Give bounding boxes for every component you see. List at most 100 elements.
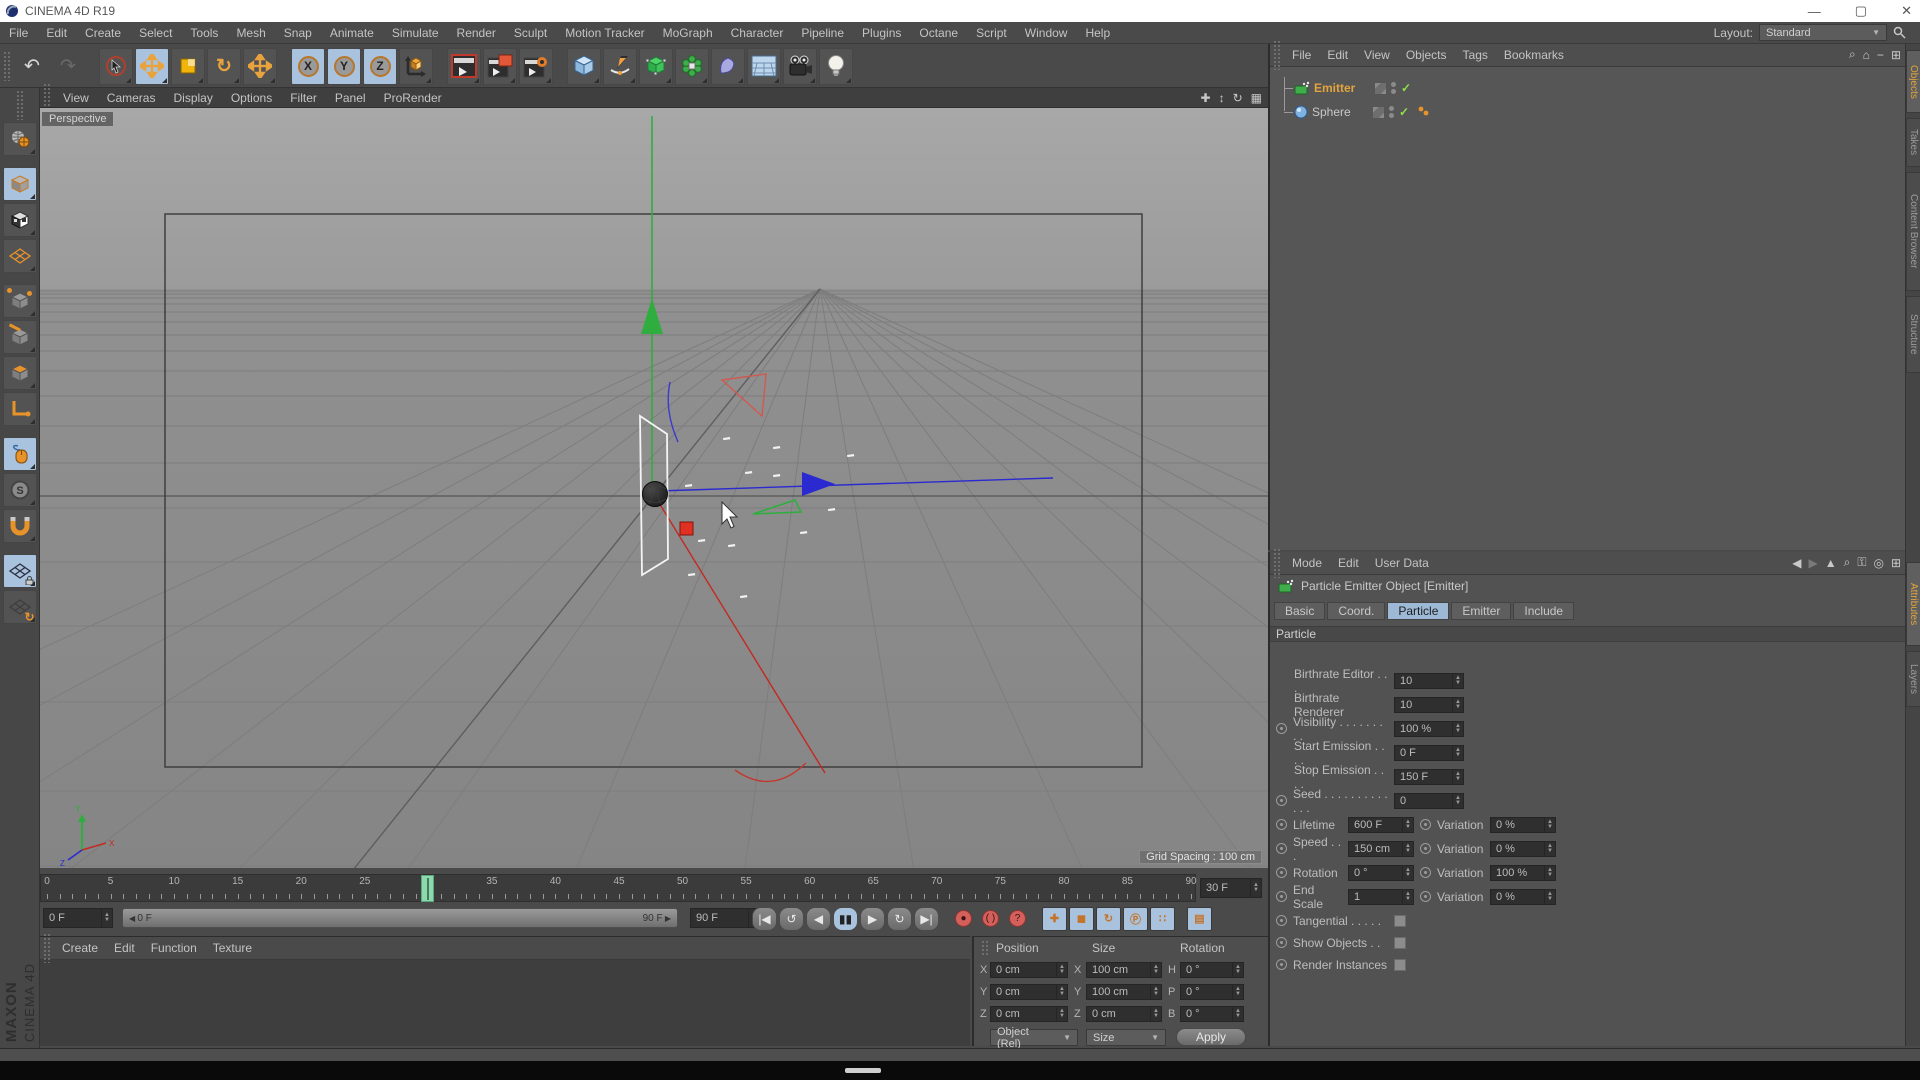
scene-3d[interactable]: Y X Z — [40, 108, 1268, 868]
om-menu-objects[interactable]: Objects — [1398, 44, 1455, 67]
am-new-panel-icon[interactable]: ⊞ — [1891, 556, 1901, 570]
am-tab-include[interactable]: Include — [1513, 602, 1575, 620]
pause-button[interactable]: ▮▮ — [833, 906, 858, 931]
snap-settings-icon[interactable]: S — [2, 473, 37, 507]
menu-create[interactable]: Create — [76, 22, 130, 44]
menu-mesh[interactable]: Mesh — [227, 22, 274, 44]
value-field[interactable]: 0 ° ▲ ▼ — [1348, 864, 1414, 881]
coord-position-x-field[interactable]: 0 cm ▲ ▼ — [990, 962, 1068, 978]
am-grip[interactable] — [1273, 548, 1281, 578]
am-search-icon[interactable]: ⌕ — [1844, 555, 1851, 570]
vp-menu-view[interactable]: View — [54, 88, 98, 108]
planar-workplane-icon[interactable]: ↻ — [2, 590, 37, 624]
toggle-view-icon[interactable]: ▦ — [1251, 88, 1262, 108]
am-menu-edit[interactable]: Edit — [1330, 552, 1367, 575]
record-scale-button[interactable]: ◼ — [1069, 906, 1094, 931]
menu-help[interactable]: Help — [1076, 22, 1119, 44]
keyframe-circle[interactable] — [1276, 723, 1287, 734]
deformer-icon[interactable] — [711, 47, 745, 85]
keyframe-circle[interactable] — [1276, 915, 1287, 926]
mograph-cloner-icon[interactable] — [675, 47, 709, 85]
menu-sculpt[interactable]: Sculpt — [505, 22, 556, 44]
camera-label[interactable]: Perspective — [42, 112, 114, 126]
value-field[interactable]: 10 ▲ ▼ — [1394, 696, 1464, 713]
am-menu-mode[interactable]: Mode — [1284, 552, 1330, 575]
am-back-icon[interactable]: ◀ — [1792, 556, 1801, 570]
menu-mograph[interactable]: MoGraph — [654, 22, 722, 44]
panel-tab-content-browser[interactable]: Content Browser — [1906, 172, 1920, 291]
object-row-sphere[interactable]: Sphere ✓ — [1294, 101, 1429, 123]
om-grip[interactable] — [1273, 40, 1281, 70]
pan-view-icon[interactable]: ✚ — [1201, 88, 1211, 108]
panel-tab-takes[interactable]: Takes — [1906, 118, 1920, 167]
am-up-icon[interactable]: ▲ — [1825, 556, 1837, 570]
render-view-icon[interactable] — [447, 47, 481, 85]
keyframe-circle[interactable] — [1420, 843, 1431, 854]
checkbox[interactable] — [1394, 914, 1406, 927]
render-picture-viewer-icon[interactable] — [483, 47, 517, 85]
end-frame-field[interactable]: 90 F ▲▼ — [690, 908, 760, 928]
coord-rotation-h-field[interactable]: 0 ° ▲ ▼ — [1180, 962, 1244, 978]
coord-size-x-field[interactable]: 100 cm ▲ ▼ — [1086, 962, 1162, 978]
keyframe-circle[interactable] — [1276, 937, 1287, 948]
value-field[interactable]: 150 cm ▲ ▼ — [1348, 840, 1414, 857]
editor-render-dots[interactable] — [1389, 106, 1394, 118]
keyframe-selection-button[interactable]: ? — [1005, 907, 1030, 931]
menu-render[interactable]: Render — [448, 22, 505, 44]
editor-render-dots[interactable] — [1391, 82, 1396, 94]
mm-grip[interactable] — [43, 933, 51, 963]
lock-y-axis-icon[interactable]: Y — [327, 47, 361, 85]
goto-end-button[interactable]: ▶| — [914, 906, 939, 931]
play-backwards-button[interactable]: ↺ — [779, 906, 804, 931]
checkbox[interactable] — [1394, 958, 1406, 971]
goto-start-button[interactable]: |◀ — [752, 906, 777, 931]
lock-z-axis-icon[interactable]: Z — [363, 47, 397, 85]
record-parameter-button[interactable]: Ⓟ — [1123, 906, 1148, 931]
am-tab-emitter[interactable]: Emitter — [1451, 602, 1512, 620]
keyframe-circle[interactable] — [1420, 819, 1431, 830]
record-keyframe-button[interactable]: ● — [951, 907, 976, 931]
vp-menu-filter[interactable]: Filter — [281, 88, 326, 108]
scale-tool-icon[interactable] — [171, 47, 205, 85]
panel-tab-structure[interactable]: Structure — [1906, 296, 1920, 373]
live-selection-icon[interactable] — [99, 47, 133, 85]
coord-size-dropdown[interactable]: Size ▼ — [1086, 1029, 1166, 1046]
palette-grip[interactable] — [15, 90, 24, 120]
menu-animate[interactable]: Animate — [321, 22, 383, 44]
coord-grip[interactable] — [981, 940, 989, 956]
vp-menu-panel[interactable]: Panel — [326, 88, 375, 108]
zoom-view-icon[interactable]: ↕ — [1219, 88, 1225, 108]
menu-plugins[interactable]: Plugins — [853, 22, 910, 44]
camera-icon[interactable] — [783, 47, 817, 85]
viewport[interactable]: Y X Z Perspective Grid Spacing : 100 cm — [40, 108, 1268, 868]
object-row-emitter[interactable]: Emitter ✓ — [1294, 77, 1411, 99]
enabled-check[interactable]: ✓ — [1399, 105, 1409, 119]
menu-snap[interactable]: Snap — [275, 22, 321, 44]
start-frame-field[interactable]: 0 F ▲ ▼ — [43, 908, 113, 928]
am-tab-particle[interactable]: Particle — [1387, 602, 1450, 620]
vp-menu-cameras[interactable]: Cameras — [98, 88, 165, 108]
spline-pen-icon[interactable] — [603, 47, 637, 85]
layout-search-icon[interactable] — [1893, 26, 1906, 39]
maximize-button[interactable]: ▢ — [1855, 3, 1867, 19]
keyframe-circle[interactable] — [1276, 843, 1287, 854]
coord-rotation-p-field[interactable]: 0 ° ▲ ▼ — [1180, 984, 1244, 1000]
play-mode-button[interactable]: ▤ — [1187, 906, 1212, 931]
add-primitive-cube-icon[interactable] — [567, 47, 601, 85]
render-settings-icon[interactable] — [519, 47, 553, 85]
coord-mode-dropdown[interactable]: Object (Rel) ▼ — [990, 1026, 1078, 1050]
visibility-toggle[interactable] — [1374, 81, 1387, 95]
menu-pipeline[interactable]: Pipeline — [792, 22, 853, 44]
visibility-toggle[interactable] — [1372, 105, 1385, 119]
model-mode-icon[interactable] — [2, 167, 37, 201]
menu-simulate[interactable]: Simulate — [383, 22, 448, 44]
keyframe-circle[interactable] — [1276, 795, 1287, 806]
texture-mode-icon[interactable] — [2, 203, 37, 237]
taskbar[interactable] — [0, 1061, 1920, 1080]
keyframe-circle[interactable] — [1276, 959, 1287, 970]
vp-menu-options[interactable]: Options — [222, 88, 281, 108]
redo-icon[interactable]: ↷ — [51, 48, 85, 85]
enable-axis-icon[interactable] — [2, 392, 37, 426]
layout-dropdown[interactable]: Standard ▼ — [1759, 24, 1887, 41]
value-field[interactable]: 0 % ▲ ▼ — [1490, 888, 1556, 905]
